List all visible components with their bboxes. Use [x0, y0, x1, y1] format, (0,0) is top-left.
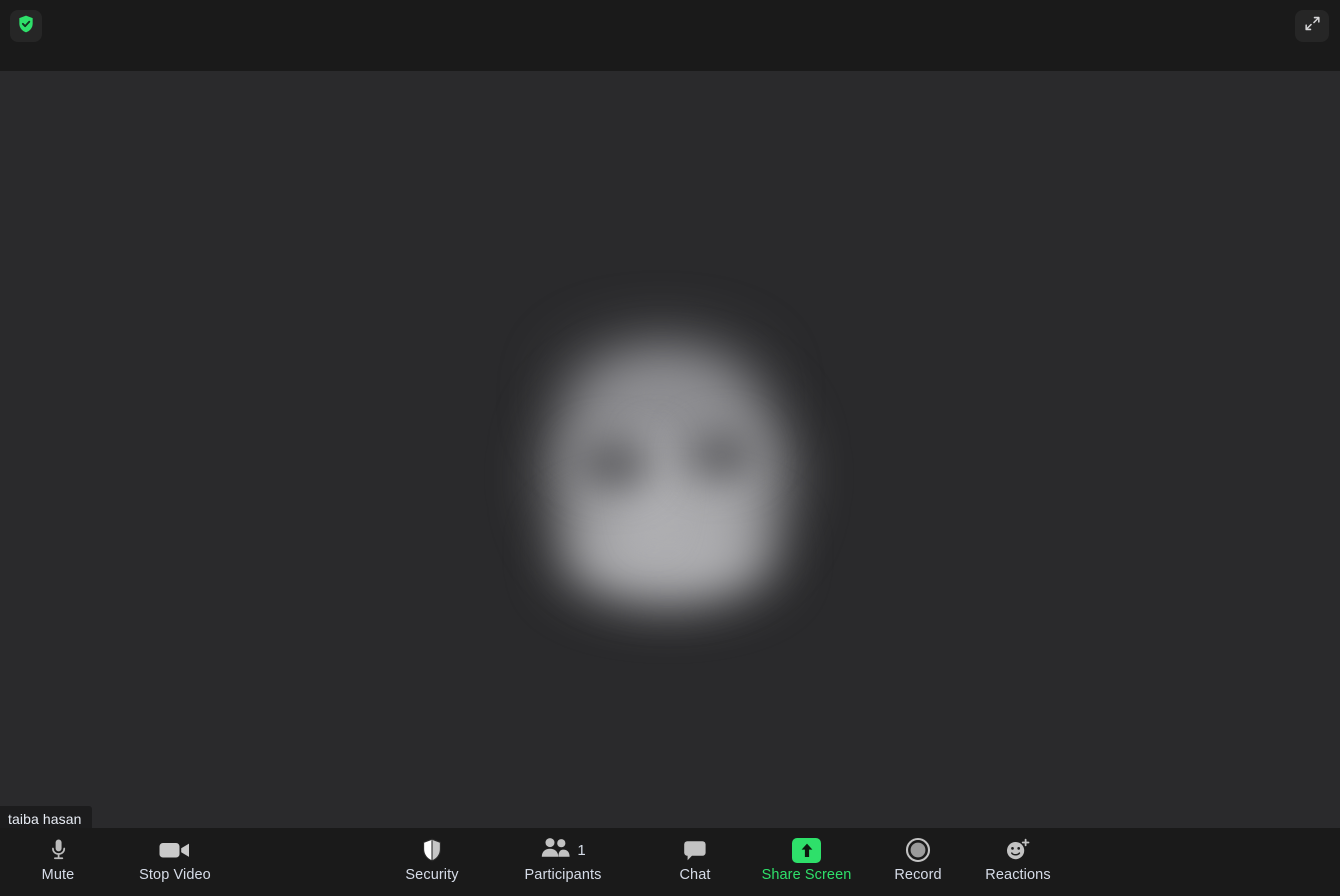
chat-label: Chat [679, 867, 711, 883]
fullscreen-button[interactable] [1295, 10, 1329, 42]
mute-button[interactable]: Mute [28, 828, 88, 896]
record-label: Record [894, 867, 942, 883]
security-button[interactable]: Security [396, 828, 468, 896]
stop-video-label: Stop Video [139, 867, 211, 883]
speech-bubble-icon [681, 835, 709, 865]
participants-button[interactable]: 1 Participants [508, 828, 618, 896]
top-bar [0, 0, 1340, 71]
share-arrow-up-icon [792, 837, 821, 863]
shield-icon [420, 835, 444, 865]
chat-button[interactable]: Chat [664, 828, 726, 896]
encryption-shield-badge[interactable] [10, 10, 42, 42]
mute-label: Mute [41, 867, 75, 883]
meeting-controls-toolbar: Mute Stop Video Security 1 Participants … [0, 828, 1340, 896]
video-camera-icon [158, 835, 192, 865]
reactions-button[interactable]: Reactions [977, 828, 1059, 896]
share-screen-label: Share Screen [761, 867, 852, 883]
stop-video-button[interactable]: Stop Video [120, 828, 230, 896]
reactions-label: Reactions [985, 867, 1051, 883]
video-stage[interactable]: taiba hasan [0, 71, 1340, 828]
participants-icon-group: 1 [540, 835, 586, 865]
share-screen-button[interactable]: Share Screen [754, 828, 859, 896]
shield-check-icon [16, 14, 36, 39]
security-label: Security [405, 867, 459, 883]
record-button[interactable]: Record [883, 828, 953, 896]
participant-name-label: taiba hasan [0, 806, 92, 828]
smiley-plus-icon [1004, 835, 1032, 865]
expand-diagonal-icon [1303, 14, 1322, 38]
participants-label: Participants [524, 867, 602, 883]
people-icon [540, 837, 572, 864]
microphone-icon [47, 835, 70, 865]
participant-count: 1 [577, 841, 586, 859]
record-circle-icon [905, 835, 931, 865]
blurred-video-content [505, 311, 835, 611]
zoom-meeting-window: taiba hasan Mute Stop Video Security 1 P… [0, 0, 1340, 896]
